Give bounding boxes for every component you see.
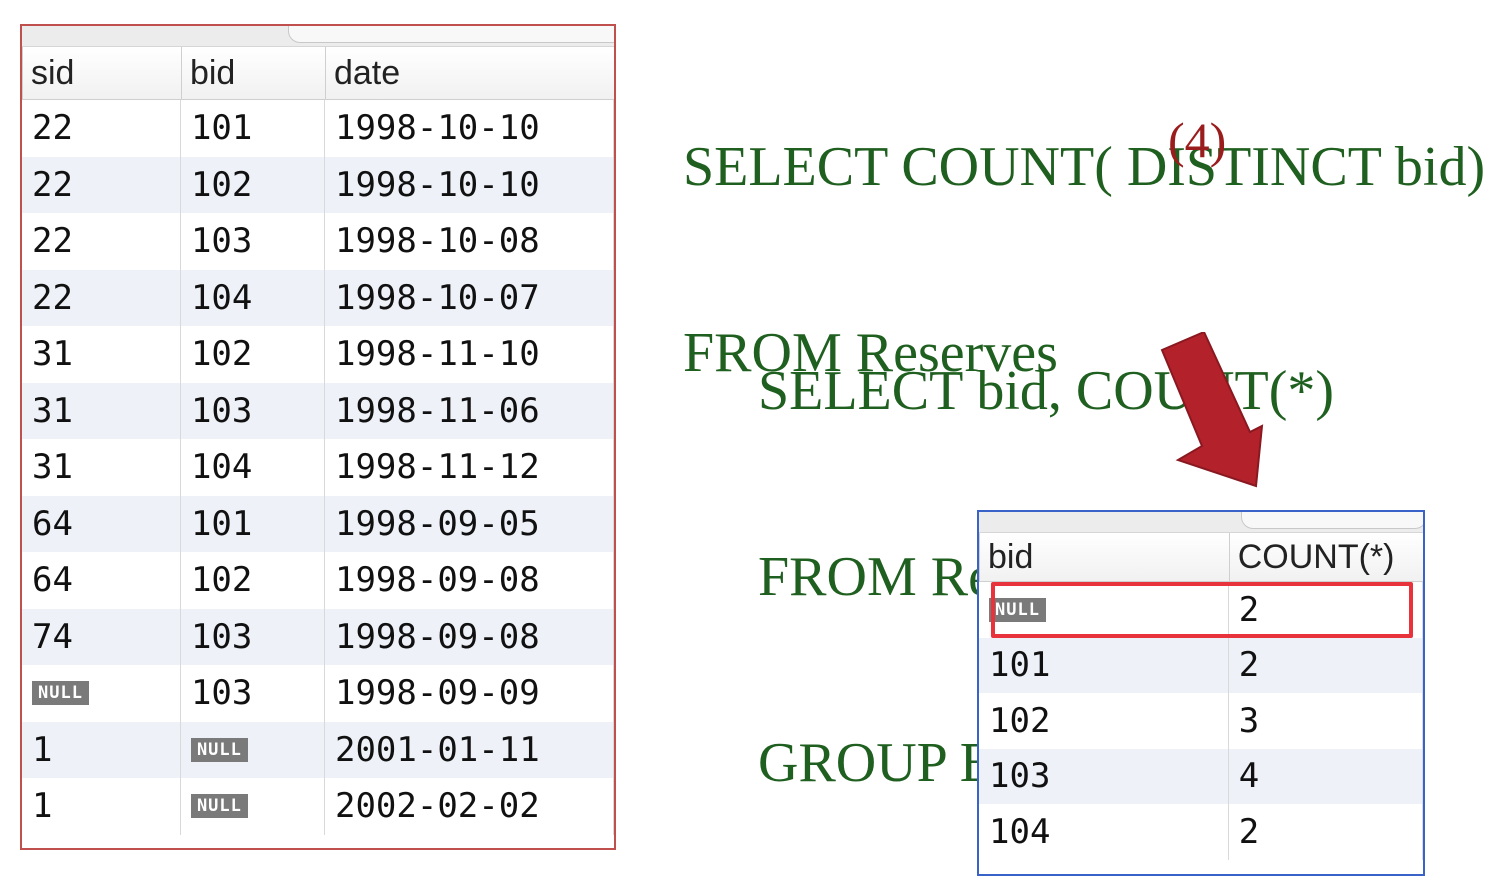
reserves-result-grid: sid bid date 22 101 1998-10-10 22 102 1998-10… — [20, 24, 616, 850]
cell-date[interactable]: 1998-10-08 — [325, 213, 614, 270]
table-row[interactable]: 1 NULL 2002-02-02 — [22, 778, 614, 835]
cell-sid[interactable]: 64 — [22, 495, 181, 552]
table-row[interactable]: 102 3 — [979, 693, 1423, 749]
cell-bid[interactable]: 104 — [979, 804, 1229, 860]
table-row[interactable]: 104 2 — [979, 804, 1423, 860]
cell-count[interactable]: 3 — [1229, 693, 1423, 749]
cell-bid[interactable]: 104 — [181, 269, 325, 326]
cell-date[interactable]: 1998-11-12 — [325, 439, 614, 496]
cell-sid[interactable]: 74 — [22, 608, 181, 665]
cell-sid[interactable]: 22 — [22, 156, 181, 213]
cell-date[interactable]: 1998-10-10 — [325, 100, 614, 157]
cell-date[interactable]: 2002-02-02 — [325, 778, 614, 835]
table-row[interactable]: 22 104 1998-10-07 — [22, 269, 614, 326]
group-by-result-grid: bid COUNT(*) NULL 2 101 2 102 3 103 4 104 2 — [977, 510, 1425, 876]
cell-sid[interactable]: 1 — [22, 778, 181, 835]
cell-sid[interactable]: 31 — [22, 439, 181, 496]
cell-bid[interactable]: 101 — [979, 637, 1229, 693]
null-badge: NULL — [190, 737, 248, 762]
column-header-sid[interactable]: sid — [22, 47, 181, 99]
null-badge: NULL — [32, 681, 89, 706]
grid-top-strip — [22, 26, 614, 47]
cell-bid[interactable]: 102 — [181, 326, 325, 383]
cell-bid[interactable]: 102 — [181, 156, 325, 213]
cell-date[interactable]: 1998-11-10 — [325, 326, 614, 383]
cell-bid[interactable]: 102 — [979, 693, 1229, 749]
cell-bid[interactable]: 103 — [979, 748, 1229, 804]
cell-sid[interactable]: 1 — [22, 721, 181, 778]
cell-sid[interactable]: 64 — [22, 552, 181, 609]
cell-date[interactable]: 1998-09-08 — [325, 552, 614, 609]
table-row[interactable]: 31 103 1998-11-06 — [22, 382, 614, 439]
cell-sid[interactable]: 22 — [22, 100, 181, 157]
cell-count[interactable]: 2 — [1229, 637, 1423, 693]
cell-date[interactable]: 1998-11-06 — [325, 382, 614, 439]
cell-sid[interactable]: 31 — [22, 382, 181, 439]
down-arrow-icon — [1160, 332, 1264, 488]
column-header-bid[interactable]: bid — [180, 47, 325, 99]
grid-tab — [288, 26, 614, 43]
column-header-date[interactable]: date — [324, 47, 614, 99]
table-row[interactable]: NULL 103 1998-09-09 — [22, 665, 614, 722]
table-row[interactable]: 64 101 1998-09-05 — [22, 495, 614, 552]
table-row[interactable]: 31 104 1998-11-12 — [22, 439, 614, 496]
column-header-count[interactable]: COUNT(*) — [1228, 533, 1423, 581]
table-row[interactable]: 64 102 1998-09-08 — [22, 552, 614, 609]
cell-sid[interactable]: 22 — [22, 213, 181, 270]
cell-sid[interactable]: NULL — [22, 665, 181, 722]
cell-date[interactable]: 1998-09-09 — [325, 665, 614, 722]
cell-bid[interactable]: NULL — [181, 721, 325, 778]
table-row[interactable]: 101 2 — [979, 637, 1423, 693]
cell-date[interactable]: 1998-10-10 — [325, 156, 614, 213]
cell-date[interactable]: 1998-10-07 — [325, 269, 614, 326]
cell-bid[interactable]: 101 — [181, 495, 325, 552]
null-group-highlight — [991, 582, 1413, 638]
reserves-header-row: sid bid date — [22, 47, 614, 100]
table-row[interactable]: 22 101 1998-10-10 — [22, 100, 614, 157]
table-row[interactable]: 22 102 1998-10-10 — [22, 156, 614, 213]
column-header-bid[interactable]: bid — [979, 533, 1229, 581]
table-row[interactable]: 74 103 1998-09-08 — [22, 608, 614, 665]
grid-top-strip — [979, 512, 1423, 533]
cell-date[interactable]: 1998-09-05 — [325, 495, 614, 552]
cell-date[interactable]: 1998-09-08 — [325, 608, 614, 665]
table-row[interactable]: 103 4 — [979, 748, 1423, 804]
count-distinct-result: (4) — [1168, 112, 1227, 168]
reserves-table-body: 22 101 1998-10-10 22 102 1998-10-10 22 103 1998-… — [22, 100, 614, 835]
cell-bid[interactable]: 103 — [181, 608, 325, 665]
cell-bid[interactable]: 103 — [181, 382, 325, 439]
cell-sid[interactable]: 31 — [22, 326, 181, 383]
cell-bid[interactable]: 104 — [181, 439, 325, 496]
grid-tab — [1241, 512, 1423, 529]
cell-bid[interactable]: 103 — [181, 665, 325, 722]
table-row[interactable]: 1 NULL 2001-01-11 — [22, 721, 614, 778]
cell-bid[interactable]: NULL — [181, 778, 325, 835]
cell-date[interactable]: 2001-01-11 — [325, 721, 614, 778]
query1-line1: SELECT COUNT( DISTINCT bid) — [683, 136, 1486, 198]
cell-bid[interactable]: 103 — [181, 213, 325, 270]
null-badge: NULL — [190, 794, 248, 819]
cell-sid[interactable]: 22 — [22, 269, 181, 326]
group-header-row: bid COUNT(*) — [979, 533, 1423, 582]
table-row[interactable]: 22 103 1998-10-08 — [22, 213, 614, 270]
cell-count[interactable]: 2 — [1229, 804, 1423, 860]
cell-bid[interactable]: 102 — [181, 552, 325, 609]
cell-count[interactable]: 4 — [1229, 748, 1423, 804]
table-row[interactable]: 31 102 1998-11-10 — [22, 326, 614, 383]
cell-bid[interactable]: 101 — [181, 100, 325, 157]
